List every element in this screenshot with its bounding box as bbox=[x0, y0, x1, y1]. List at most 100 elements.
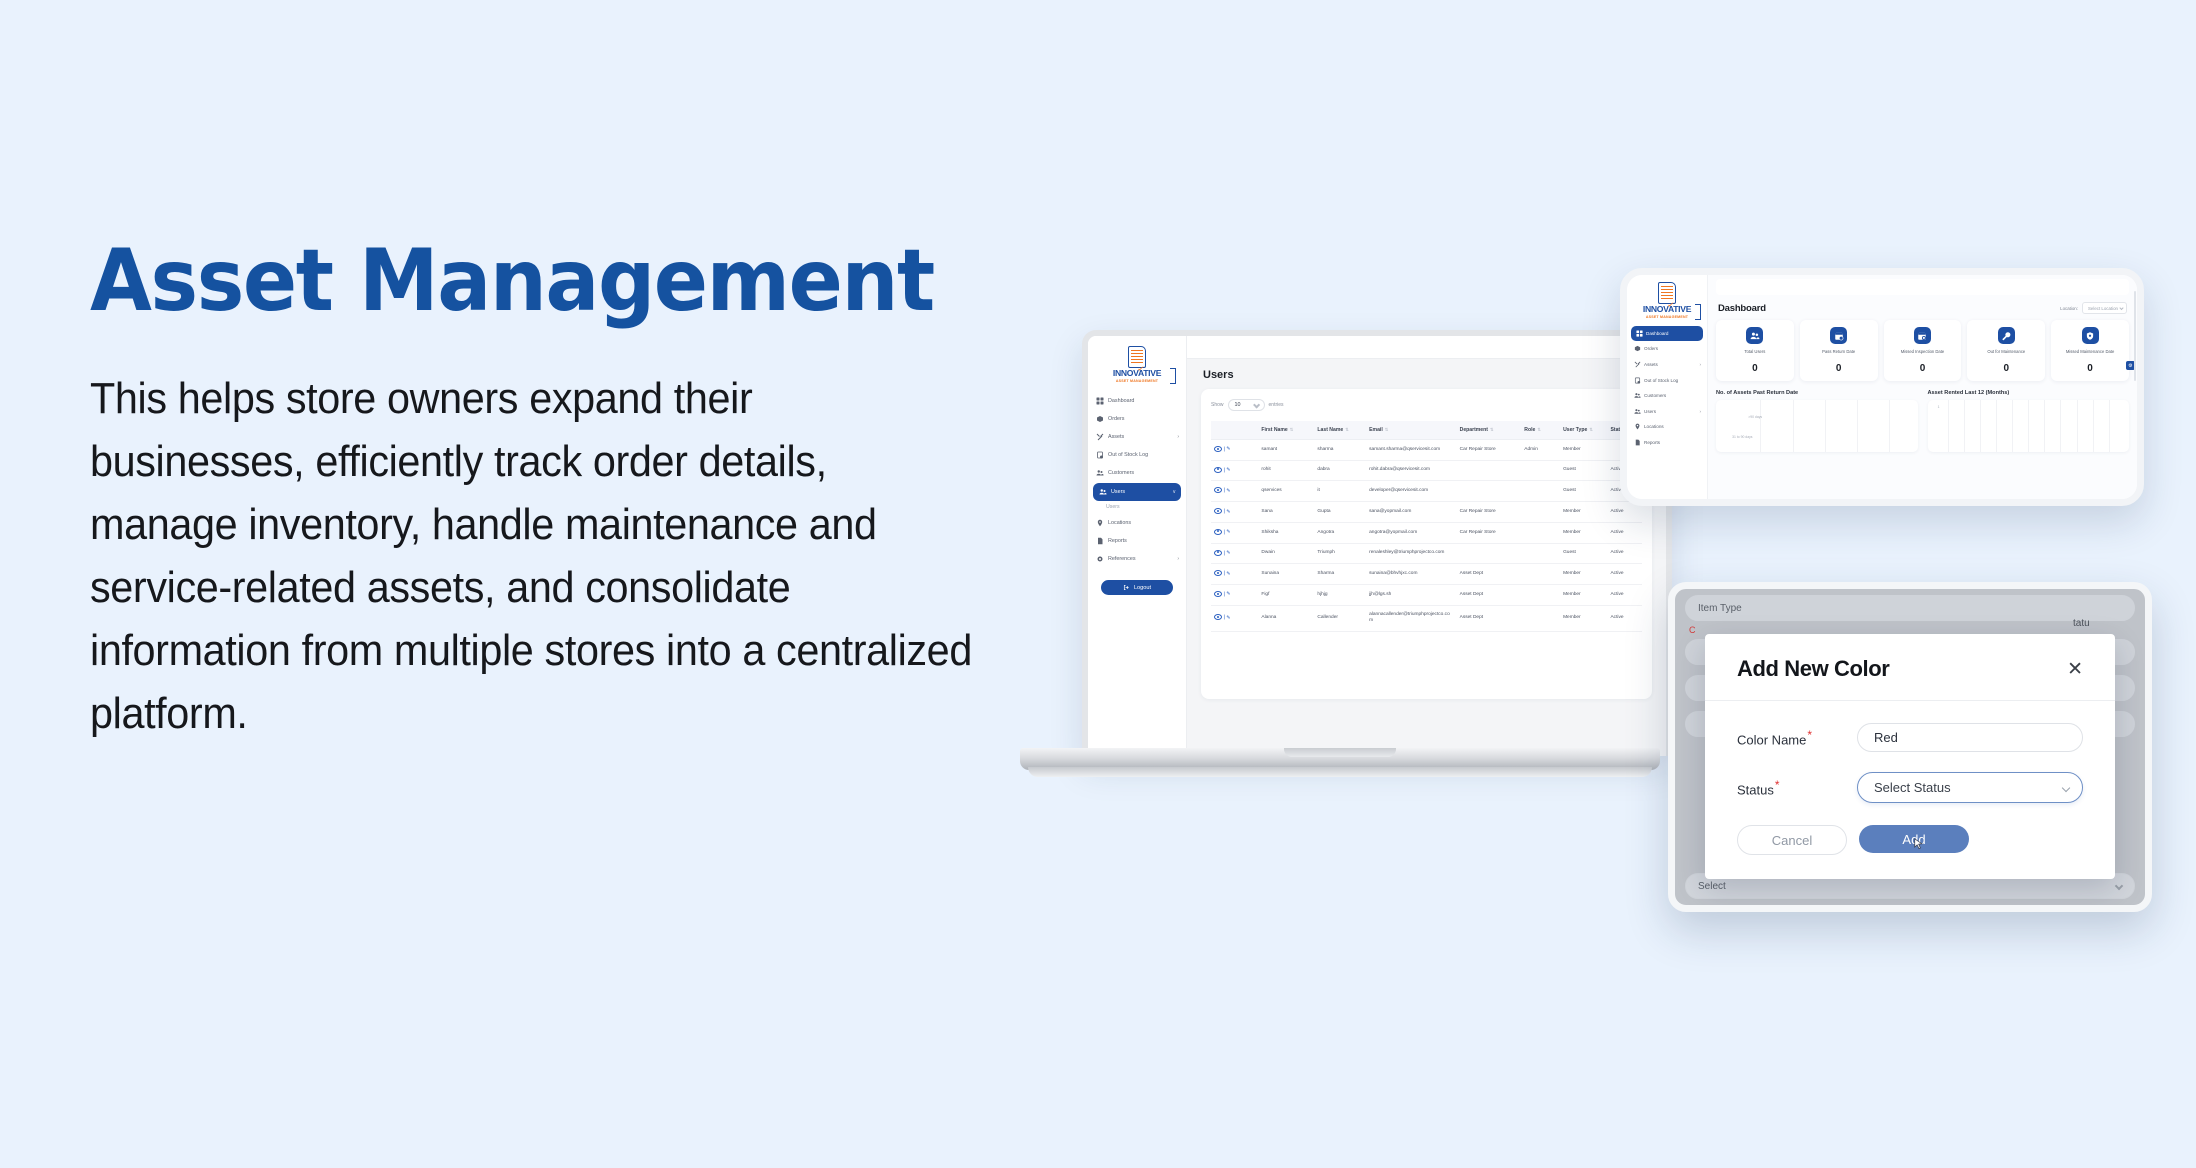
sidebar-item-dashboard[interactable]: Dashboard bbox=[1631, 325, 1703, 342]
item-type-field[interactable]: Item Type bbox=[1685, 595, 2135, 621]
sidebar-item-orders[interactable]: Orders bbox=[1088, 410, 1186, 428]
document-icon bbox=[1633, 439, 1641, 447]
sidebar-item-dashboard[interactable]: Dashboard bbox=[1088, 392, 1186, 410]
view-icon[interactable] bbox=[1214, 487, 1222, 494]
view-icon[interactable] bbox=[1214, 570, 1222, 577]
table-row[interactable]: | ✎ Sunaina Sharma sunaina@bhvhjxc.com Asset… bbox=[1211, 563, 1642, 586]
edit-icon[interactable]: ✎ bbox=[1226, 509, 1230, 516]
box-icon bbox=[1633, 345, 1641, 353]
row-actions[interactable]: | ✎ bbox=[1211, 584, 1259, 606]
edit-icon[interactable]: ✎ bbox=[1226, 571, 1230, 578]
row-actions[interactable]: | ✎ bbox=[1211, 460, 1259, 482]
row-actions[interactable]: | ✎ bbox=[1211, 543, 1259, 565]
table-row[interactable]: | ✎ Sana Gupta sana@yopmail.com Car Repair S… bbox=[1211, 501, 1642, 523]
cancel-button[interactable]: Cancel bbox=[1737, 825, 1847, 855]
sidebar-item-references[interactable]: References › bbox=[1088, 550, 1186, 568]
kpi-out-for-maintenance[interactable]: Out for Maintenance 0 bbox=[1967, 320, 2046, 381]
row-actions[interactable]: | ✎ bbox=[1211, 563, 1259, 586]
view-icon[interactable] bbox=[1214, 591, 1222, 598]
color-name-input[interactable] bbox=[1857, 723, 2083, 752]
entries-select[interactable]: 10 bbox=[1227, 399, 1265, 411]
view-icon[interactable] bbox=[1214, 466, 1222, 473]
cell-email: alannacallender@triumphprojectco.com bbox=[1366, 605, 1457, 632]
edit-icon[interactable]: ✎ bbox=[1226, 529, 1230, 536]
table-row[interactable]: | ✎ samant sharma samant.sharma@qservicesit… bbox=[1211, 439, 1642, 461]
edit-icon[interactable]: ✎ bbox=[1226, 488, 1230, 495]
kpi-missed-inspection-date[interactable]: Missed Inspection Date 0 bbox=[1883, 320, 1962, 381]
table-row[interactable]: | ✎ Alanna Callender alannacallender@triump… bbox=[1211, 605, 1642, 632]
sidebar-item-orders[interactable]: Orders bbox=[1627, 341, 1707, 357]
view-icon[interactable] bbox=[1214, 446, 1222, 452]
clipboard-icon bbox=[1633, 376, 1641, 384]
bracket-decoration bbox=[1695, 304, 1701, 320]
kpi-total-users[interactable]: Total Users 0 bbox=[1716, 320, 1794, 381]
show-entries-control[interactable]: Show 10 entries bbox=[1211, 399, 1642, 411]
kpi-missed-maintenance-date[interactable]: Missed Maintenance Date 0 bbox=[2051, 320, 2129, 381]
sidebar-item-reports[interactable]: Reports bbox=[1627, 435, 1707, 451]
color-name-label: Color Name* bbox=[1737, 727, 1813, 748]
cell-status: Active bbox=[1607, 563, 1642, 586]
add-button[interactable]: Add bbox=[1859, 825, 1969, 853]
close-icon[interactable]: ✕ bbox=[2067, 660, 2083, 679]
logout-button[interactable]: Logout bbox=[1101, 580, 1173, 596]
sidebar-item-reports[interactable]: Reports bbox=[1088, 532, 1186, 550]
row-actions[interactable]: | ✎ bbox=[1211, 605, 1259, 632]
chevron-right-icon: › bbox=[1699, 362, 1701, 368]
scrollbar[interactable] bbox=[2134, 291, 2136, 381]
sidebar-item-out-of-stock-log[interactable]: Out of Stock Log bbox=[1627, 372, 1707, 388]
column-role[interactable]: Role ⇅ bbox=[1521, 421, 1561, 440]
view-icon[interactable] bbox=[1214, 614, 1222, 621]
kpi-pass-return-date[interactable]: Pass Return Date 0 bbox=[1799, 320, 1878, 381]
row-actions[interactable]: | ✎ bbox=[1211, 522, 1259, 544]
sidebar-item-assets[interactable]: Assets › bbox=[1088, 428, 1186, 446]
cell-email: angotra@yopmail.com bbox=[1366, 522, 1457, 544]
sidebar-item-users[interactable]: Users › bbox=[1627, 404, 1707, 420]
location-label: Location: bbox=[2060, 305, 2078, 311]
sidebar-label: Locations bbox=[1108, 520, 1132, 526]
kpi-value: 0 bbox=[2087, 363, 2093, 374]
sidebar-item-assets[interactable]: Assets › bbox=[1627, 357, 1707, 373]
table-row[interactable]: | ✎ Figf hjhjg jjh@lgs.sh Asset Dept Member Ac… bbox=[1211, 584, 1642, 606]
sidebar-label: Dashboard bbox=[1646, 330, 1669, 336]
cell-first-name: Shiksha bbox=[1258, 522, 1315, 544]
column-user-type[interactable]: User Type ⇅ bbox=[1560, 421, 1608, 440]
column-last-name[interactable]: Last Name ⇅ bbox=[1314, 421, 1367, 440]
sidebar-item-users[interactable]: Users ∨ bbox=[1093, 482, 1181, 501]
page-title: Asset Management bbox=[90, 231, 935, 331]
edit-icon[interactable]: ✎ bbox=[1226, 446, 1230, 453]
cell-last-name: hjhjg bbox=[1314, 584, 1367, 606]
row-actions[interactable]: | ✎ bbox=[1211, 480, 1259, 503]
row-actions[interactable]: | ✎ bbox=[1211, 501, 1259, 523]
location-select[interactable]: Select Location bbox=[2081, 302, 2127, 314]
table-row[interactable]: | ✎ Shiksha Angotra angotra@yopmail.com Car … bbox=[1211, 522, 1642, 544]
table-row[interactable]: | ✎ Dwain Triumph renaleshley@triumphprojec… bbox=[1211, 543, 1642, 565]
cell-role bbox=[1521, 584, 1561, 606]
sidebar-submenu-users[interactable]: Users bbox=[1088, 501, 1186, 514]
sidebar-item-locations[interactable]: Locations bbox=[1627, 419, 1707, 435]
sidebar-item-customers[interactable]: Customers bbox=[1088, 464, 1186, 482]
cell-department: Car Repair Store bbox=[1456, 501, 1522, 523]
table-row[interactable]: | ✎ qservices it developer@qservicesit.com G… bbox=[1211, 480, 1642, 503]
edit-icon[interactable]: ✎ bbox=[1226, 467, 1230, 474]
edit-icon[interactable]: ✎ bbox=[1226, 591, 1230, 598]
cell-email: renaleshley@triumphprojectco.com bbox=[1366, 543, 1457, 565]
sidebar-item-locations[interactable]: Locations bbox=[1088, 514, 1186, 532]
status-select[interactable]: Select Status bbox=[1857, 772, 2083, 803]
row-actions[interactable]: | ✎ bbox=[1211, 439, 1259, 461]
column-email[interactable]: Email ⇅ bbox=[1366, 421, 1457, 440]
view-icon[interactable] bbox=[1214, 508, 1222, 515]
view-icon[interactable] bbox=[1214, 528, 1222, 535]
table-row[interactable]: | ✎ rohit dabra rohit.dabra@qservicesit.com… bbox=[1211, 460, 1642, 482]
sidebar-item-out-of-stock-log[interactable]: Out of Stock Log bbox=[1088, 446, 1186, 464]
column-first-name[interactable]: First Name ⇅ bbox=[1258, 421, 1315, 440]
users-table-body: | ✎ samant sharma samant.sharma@qservicesit… bbox=[1211, 439, 1642, 632]
check-icon: ✓ bbox=[1137, 366, 1146, 373]
edit-icon[interactable]: ✎ bbox=[1226, 615, 1230, 622]
column-department[interactable]: Department ⇅ bbox=[1456, 421, 1522, 440]
kpi-label: Pass Return Date bbox=[1822, 349, 1856, 354]
edit-icon[interactable]: ✎ bbox=[1226, 550, 1230, 557]
view-icon[interactable] bbox=[1214, 549, 1222, 556]
sidebar-item-customers[interactable]: Customers bbox=[1627, 388, 1707, 404]
sidebar-label: References bbox=[1108, 556, 1136, 563]
users-page-title: Users bbox=[1203, 369, 1234, 381]
